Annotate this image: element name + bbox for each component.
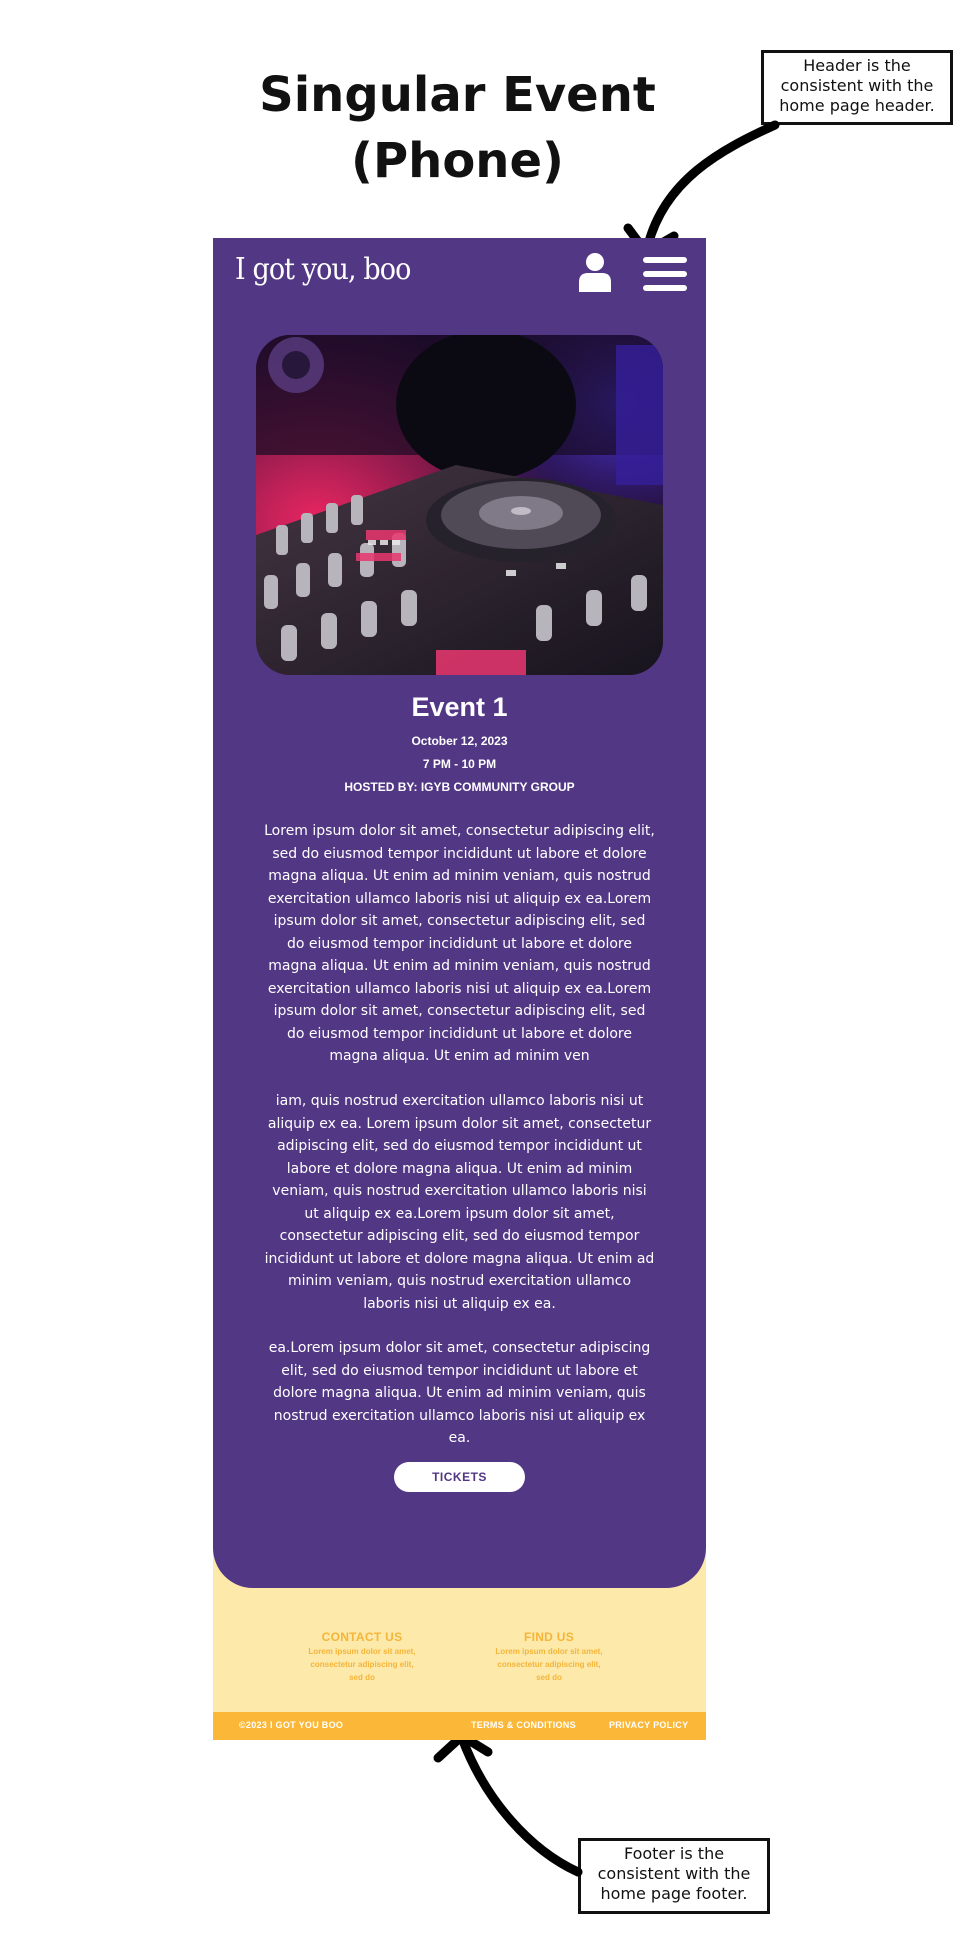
event-description-paragraph-1: Lorem ipsum dolor sit amet, consectetur … bbox=[264, 823, 655, 1064]
event-hero-image bbox=[256, 335, 663, 675]
phone-mockup: I got you, boo Event 1 October 12, 2023 … bbox=[213, 238, 706, 1740]
site-header: I got you, boo bbox=[213, 238, 706, 308]
footer-contact-heading[interactable]: CONTACT US bbox=[307, 1630, 417, 1644]
event-description-paragraph-3: ea.Lorem ipsum dolor sit amet, consectet… bbox=[268, 1340, 651, 1446]
event-title: Event 1 bbox=[411, 692, 508, 722]
tickets-button[interactable]: TICKETS bbox=[394, 1462, 525, 1492]
footer-find-heading[interactable]: FIND US bbox=[494, 1630, 604, 1644]
page-title-line1: Singular Event bbox=[259, 67, 656, 123]
event-host: HOSTED BY: IGYB COMMUNITY GROUP bbox=[344, 780, 575, 794]
footer-arrow bbox=[457, 1733, 583, 1877]
privacy-link[interactable]: PRIVACY POLICY bbox=[609, 1720, 688, 1730]
event-time: 7 PM - 10 PM bbox=[422, 757, 497, 771]
user-icon[interactable] bbox=[578, 252, 612, 292]
footer-annotation-note: Footer is the consistent with the home p… bbox=[578, 1838, 770, 1914]
event-content-panel: I got you, boo Event 1 October 12, 2023 … bbox=[213, 238, 706, 1588]
page-title-line2: (Phone) bbox=[351, 133, 564, 189]
terms-link[interactable]: TERMS & CONDITIONS bbox=[471, 1720, 576, 1730]
footer-bottom-bar: ©2023 I GOT YOU BOO TERMS & CONDITIONS P… bbox=[213, 1712, 706, 1740]
header-annotation-note: Header is the consistent with the home p… bbox=[761, 50, 953, 125]
footer-find-body: Lorem ipsum dolor sit amet, consectetur … bbox=[495, 1647, 603, 1682]
header-arrow bbox=[643, 120, 780, 250]
copyright-text: ©2023 I GOT YOU BOO bbox=[239, 1720, 344, 1730]
dj-turntable-photo bbox=[256, 335, 663, 675]
hamburger-menu-icon[interactable] bbox=[643, 256, 687, 292]
site-logo[interactable]: I got you, boo bbox=[235, 252, 411, 287]
event-date: October 12, 2023 bbox=[411, 734, 508, 748]
page-title: Singular Event (Phone) bbox=[250, 62, 665, 194]
footer-contact-body: Lorem ipsum dolor sit amet, consectetur … bbox=[308, 1647, 416, 1682]
event-description-paragraph-2: iam, quis nostrud exercitation ullamco l… bbox=[264, 1093, 655, 1312]
footer-contact-section: CONTACT US Lorem ipsum dolor sit amet, c… bbox=[307, 1630, 417, 1684]
footer-find-section: FIND US Lorem ipsum dolor sit amet, cons… bbox=[494, 1630, 604, 1684]
